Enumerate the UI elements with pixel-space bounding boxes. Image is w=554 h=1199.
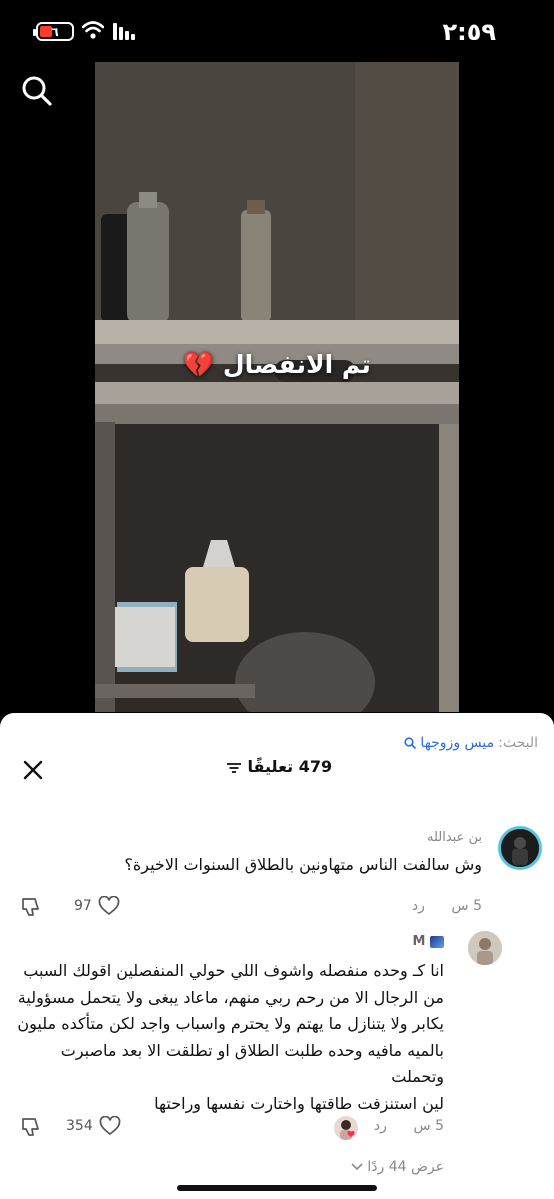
dislike-icon[interactable] <box>20 1116 42 1138</box>
battery-icon: ٦ <box>33 22 74 41</box>
comment-time: 5 س <box>413 1118 444 1134</box>
battery-level: ٦ <box>51 24 59 39</box>
video-player[interactable]: تم الانفصال 💔 <box>95 62 459 712</box>
like-button[interactable]: 354 <box>66 1116 121 1136</box>
search-label: البحث: <box>498 735 538 751</box>
related-search[interactable]: البحث: ميس وزوجها <box>404 735 538 751</box>
comment-time: 5 س <box>451 898 482 914</box>
like-button[interactable]: 97 <box>74 896 120 916</box>
comments-panel: البحث: ميس وزوجها 479 تعليقًا بن عبدالله… <box>0 713 554 1199</box>
clock: ٢:٥٩ <box>442 18 496 46</box>
comment-text: وش سالفت الناس متهاونين بالطلاق السنوات … <box>124 855 482 874</box>
video-frame <box>95 62 459 712</box>
reply-button[interactable]: رد <box>374 1118 387 1134</box>
search-icon[interactable] <box>20 74 54 108</box>
like-count: 97 <box>74 898 92 914</box>
username-emoji-icon <box>430 935 444 948</box>
reply-button[interactable]: رد <box>412 898 425 914</box>
comment-line: انا كـ وحده منفصله واشوف اللي حولي المنف… <box>23 961 444 980</box>
comment-meta: 5 س رد <box>412 898 482 914</box>
comment-meta: 5 س رد <box>374 1118 444 1134</box>
comment-line: لين استنزفت طاقتها واختارت نفسها وراحتها <box>154 1093 444 1113</box>
comments-count[interactable]: 479 تعليقًا <box>0 757 554 776</box>
search-icon <box>404 737 417 749</box>
creator-liked-avatar <box>334 1116 358 1140</box>
chevron-down-icon <box>351 1163 363 1171</box>
video-caption: تم الانفصال 💔 <box>183 350 371 379</box>
avatar[interactable] <box>468 931 502 965</box>
heart-icon <box>99 1116 121 1136</box>
comment-line: من الرجال الا من رحم ربي منهم، ماعاد يبغ… <box>17 987 444 1007</box>
status-bar: ٦ ٢:٥٩ <box>0 0 554 62</box>
view-replies-button[interactable]: عرض 44 ردًا <box>351 1159 444 1175</box>
heart-icon <box>98 896 120 916</box>
comment-username[interactable]: M <box>413 934 444 949</box>
comment-text: انا كـ وحده منفصله واشوف اللي حولي المنف… <box>14 958 444 1117</box>
search-term-link[interactable]: ميس وزوجها <box>420 735 494 751</box>
home-indicator <box>177 1185 377 1191</box>
comments-count-label: 479 تعليقًا <box>247 757 333 776</box>
comment-line: بالميه مافيه وحده طلبت الطلاق او تطلقت ا… <box>60 1040 444 1087</box>
cellular-signal-icon <box>113 23 135 40</box>
wifi-icon <box>82 21 104 39</box>
comment-line: يكابر ولا يتنازل ما يهتم ولا يحترم واسبا… <box>17 1014 444 1033</box>
sort-filter-icon <box>226 762 241 773</box>
dislike-icon[interactable] <box>20 896 42 918</box>
avatar[interactable] <box>498 826 542 870</box>
comments-header: 479 تعليقًا <box>0 753 554 785</box>
like-count: 354 <box>66 1118 93 1134</box>
comment-username[interactable]: بن عبدالله <box>427 830 482 845</box>
